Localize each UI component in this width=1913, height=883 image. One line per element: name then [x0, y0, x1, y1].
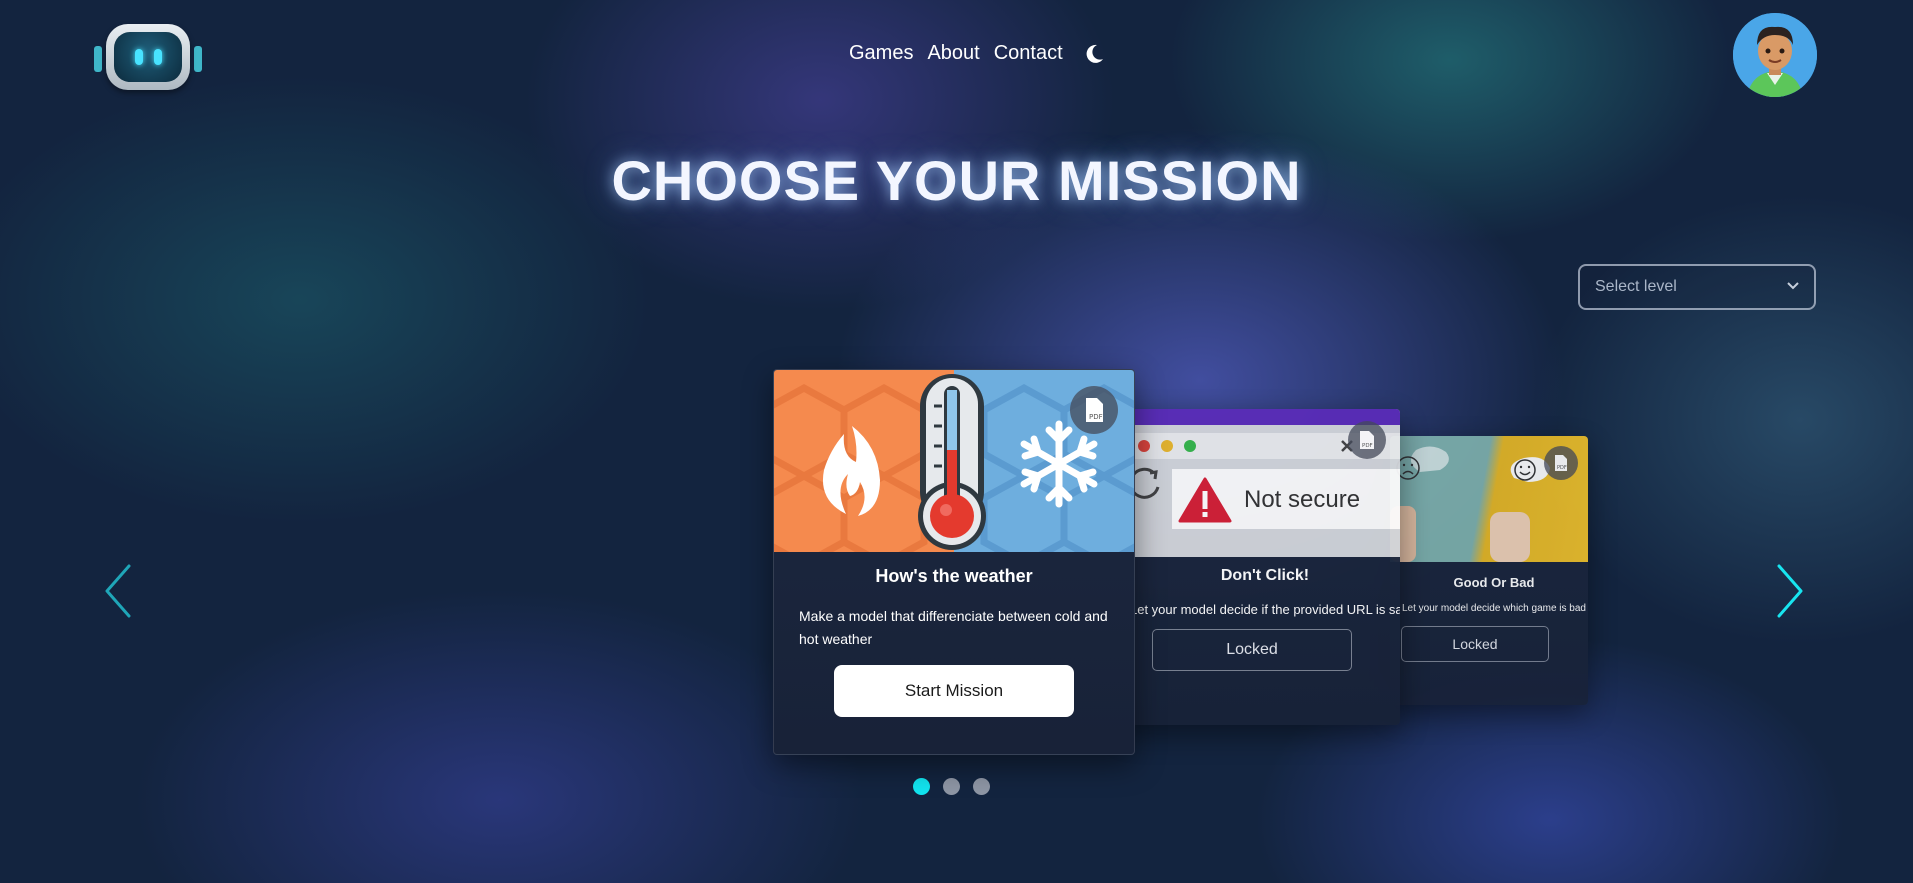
warning-icon: [1178, 477, 1232, 523]
mission-card-title: Don't Click!: [1220, 567, 1310, 584]
svg-text:PDF: PDF: [1362, 443, 1373, 449]
moon-icon[interactable]: [1083, 43, 1105, 65]
level-select-placeholder: Select level: [1595, 278, 1677, 295]
nav-games-link[interactable]: Games: [849, 42, 913, 65]
pagination-dot-3[interactable]: [973, 778, 990, 795]
robot-ear-left: [94, 46, 102, 72]
locked-button[interactable]: Locked: [1401, 626, 1549, 662]
mission-card-dont-click[interactable]: Not secure PDF Don't Click! Let your mod…: [1120, 409, 1400, 725]
pagination-dot-1[interactable]: [913, 778, 930, 795]
chevron-down-icon: [1786, 278, 1800, 296]
robot-eye-left: [135, 49, 143, 65]
svg-text:PDF: PDF: [1089, 413, 1103, 421]
mission-card-title: How's the weather: [875, 566, 1033, 586]
level-select[interactable]: Select level: [1578, 264, 1816, 310]
mission-image-weather: PDF: [774, 370, 1134, 552]
pdf-icon[interactable]: PDF: [1348, 421, 1386, 459]
mission-card-good-or-bad[interactable]: PDF Good Or Bad Let your model decide wh…: [1390, 436, 1588, 705]
mission-card-weather[interactable]: PDF How's the weather Make a model that …: [773, 369, 1135, 755]
page-title: CHOOSE YOUR MISSION: [611, 149, 1302, 212]
mission-image-not-secure: Not secure PDF: [1120, 409, 1400, 557]
main-nav: Games About Contact: [849, 42, 1105, 65]
not-secure-banner: Not secure: [1178, 477, 1360, 523]
robot-ear-right: [194, 46, 202, 72]
carousel-prev-arrow-icon[interactable]: [101, 563, 135, 619]
mission-card-description: Make a model that differenciate between …: [799, 608, 1108, 647]
nav-about-link[interactable]: About: [927, 42, 979, 65]
mission-card-title: Good Or Bad: [1453, 575, 1535, 590]
mission-card-description: Let your model decide which game is bad: [1402, 603, 1586, 614]
svg-text:PDF: PDF: [1557, 465, 1567, 471]
robot-head: [106, 24, 190, 90]
robot-logo-icon[interactable]: [94, 24, 202, 94]
pagination-dot-2[interactable]: [943, 778, 960, 795]
robot-face: [114, 32, 182, 82]
carousel-next-arrow-icon[interactable]: [1773, 563, 1807, 619]
robot-eye-right: [154, 49, 162, 65]
locked-button[interactable]: Locked: [1152, 629, 1352, 671]
pdf-icon[interactable]: PDF: [1070, 386, 1118, 434]
carousel-pagination: [913, 778, 990, 795]
start-mission-button[interactable]: Start Mission: [834, 665, 1074, 717]
mission-image-good-bad: PDF: [1390, 436, 1588, 562]
user-avatar[interactable]: [1733, 13, 1817, 97]
nav-contact-link[interactable]: Contact: [994, 42, 1063, 65]
not-secure-text: Not secure: [1244, 486, 1361, 513]
mission-card-description: Let your model decide if the provided UR…: [1130, 602, 1400, 617]
pdf-icon[interactable]: PDF: [1544, 446, 1578, 480]
